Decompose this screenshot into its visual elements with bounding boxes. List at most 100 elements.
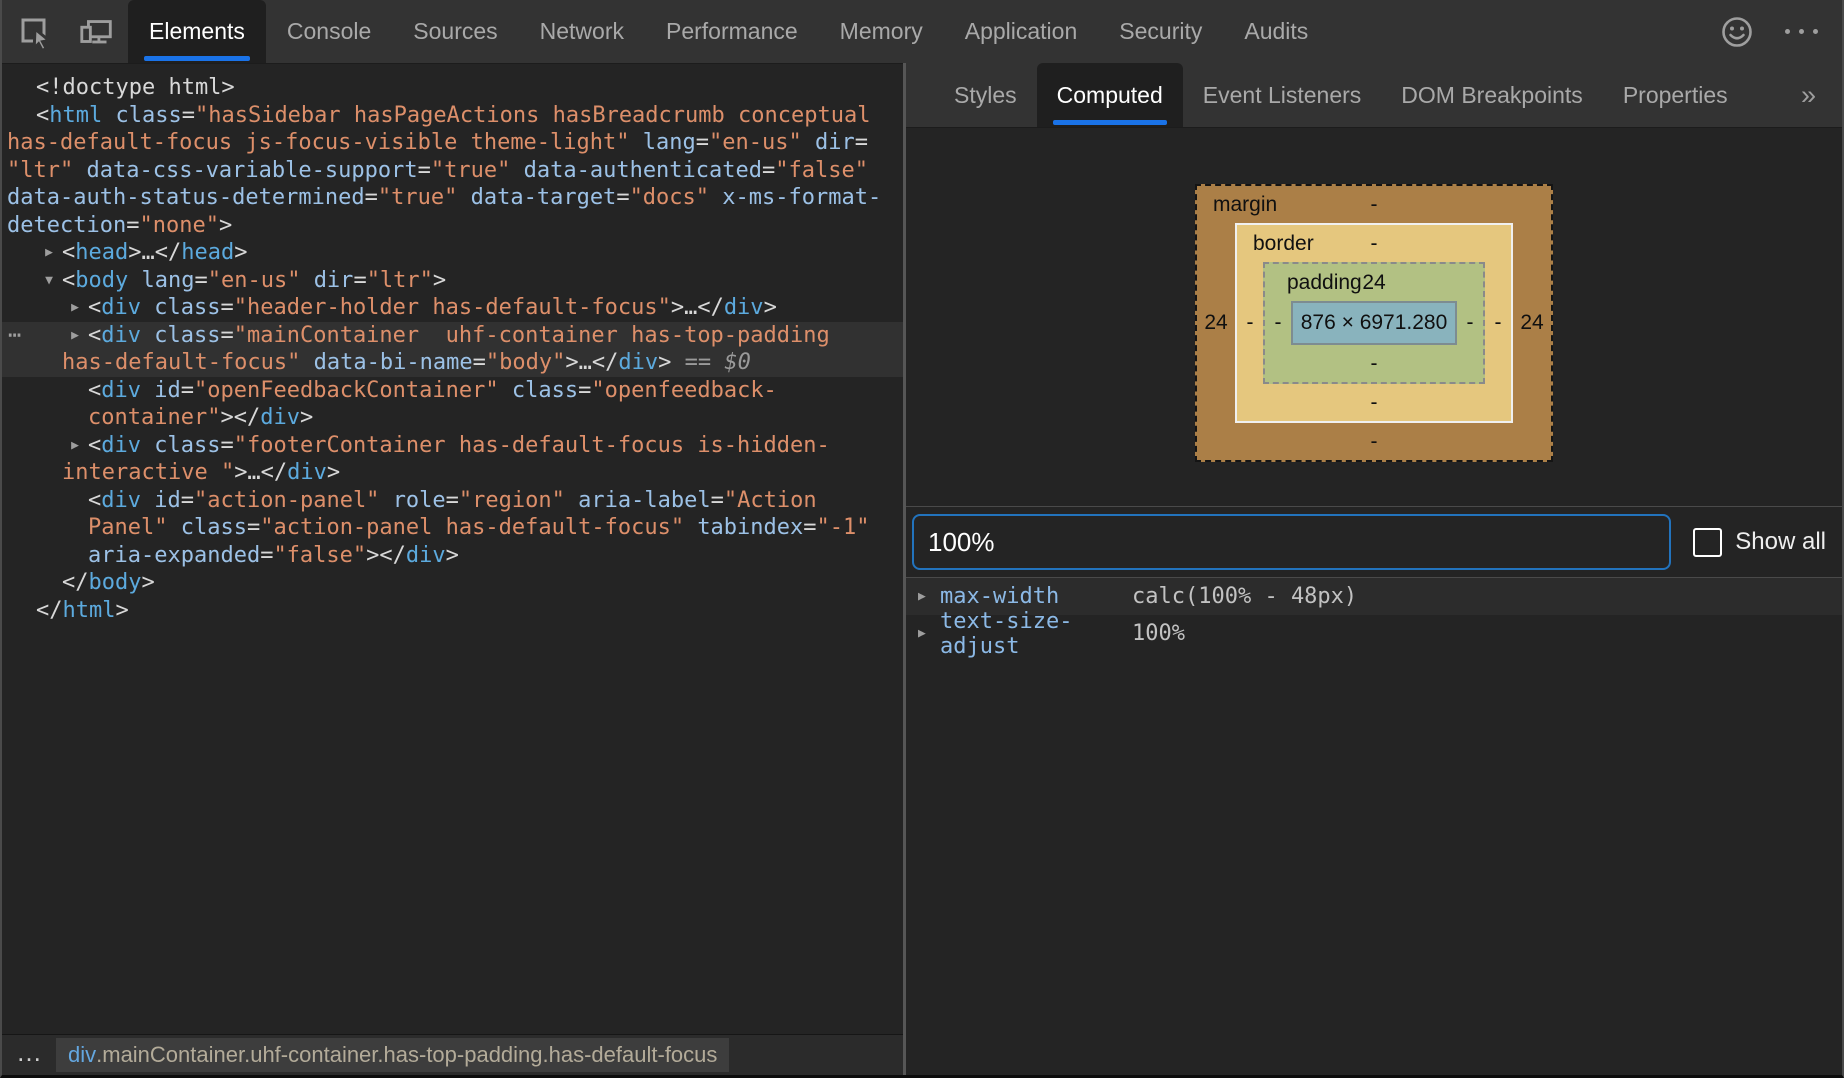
code-text: </body> — [2, 569, 155, 597]
styles-sidebar: StylesComputedEvent ListenersDOM Breakpo… — [906, 63, 1842, 1075]
property-name: max-width — [940, 584, 1132, 609]
property-value: calc(100% - 48px) — [1132, 584, 1357, 609]
devtools-toolbar: ElementsConsoleSourcesNetworkPerformance… — [2, 0, 1842, 64]
code-text: <div id="openFeedbackContainer" class="o… — [2, 377, 777, 405]
tab-overflow-chevron-icon[interactable]: » — [1775, 63, 1842, 127]
code-line[interactable]: interactive ">…</div> — [2, 459, 903, 487]
breadcrumb-selected-node[interactable]: div.mainContainer.uhf-container.has-top-… — [56, 1038, 729, 1072]
code-line[interactable]: <div id="action-panel" role="region" ari… — [2, 487, 903, 515]
margin-left-value[interactable]: 24 — [1197, 311, 1235, 335]
expand-arrow-icon[interactable]: ▶ — [918, 626, 940, 641]
box-model-padding[interactable]: padding 24 - 876 × 6971.280 - - — [1263, 262, 1485, 384]
code-text: <div class="header-holder has-default-fo… — [2, 294, 777, 322]
border-label: border — [1253, 232, 1314, 256]
expand-arrow-icon[interactable]: ▶ — [38, 239, 60, 267]
toolbar-tabs: ElementsConsoleSourcesNetworkPerformance… — [128, 0, 1329, 63]
code-line[interactable]: data-auth-status-determined="true" data-… — [2, 184, 903, 212]
selected-element-menu-icon[interactable]: ⋯ — [8, 322, 22, 350]
computed-property-row[interactable]: ▶text-size-adjust100% — [906, 615, 1842, 652]
tab-application[interactable]: Application — [944, 0, 1099, 63]
code-line[interactable]: <html class="hasSidebar hasPageActions h… — [2, 102, 903, 130]
code-text: has-default-focus" data-bi-name="body">…… — [2, 349, 751, 377]
code-text: Panel" class="action-panel has-default-f… — [2, 514, 870, 542]
show-all-group: Show all — [1671, 528, 1834, 557]
computed-filter-row: Show all — [906, 507, 1842, 578]
code-text: <html class="hasSidebar hasPageActions h… — [2, 102, 870, 130]
code-text: <div class="mainContainer uhf-container … — [2, 322, 830, 350]
device-toolbar-icon[interactable] — [78, 13, 116, 51]
code-line[interactable]: ⋯ ▶<div class="mainContainer uhf-containe… — [2, 322, 903, 350]
expand-arrow-icon[interactable]: ▶ — [64, 294, 86, 322]
box-model-section: margin - 24 border - - — [906, 128, 1842, 507]
code-text: <div id="action-panel" role="region" ari… — [2, 487, 817, 515]
tab-sources[interactable]: Sources — [392, 0, 518, 63]
computed-filter-input[interactable] — [912, 514, 1671, 570]
padding-bottom-value[interactable]: - — [1371, 352, 1378, 376]
margin-bottom-value[interactable]: - — [1371, 430, 1378, 454]
padding-top-value[interactable]: 24 — [1362, 271, 1385, 295]
inspect-element-icon[interactable] — [16, 13, 54, 51]
toolbar-icons — [2, 0, 128, 63]
expand-arrow-icon[interactable]: ▶ — [918, 589, 940, 604]
code-line[interactable]: ▶<div class="footerContainer has-default… — [2, 432, 903, 460]
property-name: text-size-adjust — [940, 609, 1132, 659]
feedback-smiley-icon[interactable] — [1718, 13, 1756, 51]
tab-network[interactable]: Network — [519, 0, 645, 63]
padding-right-value[interactable]: - — [1457, 311, 1483, 335]
code-line[interactable]: container"></div> — [2, 404, 903, 432]
tab-computed[interactable]: Computed — [1037, 63, 1183, 127]
code-line[interactable]: "ltr" data-css-variable-support="true" d… — [2, 157, 903, 185]
tab-audits[interactable]: Audits — [1223, 0, 1329, 63]
border-right-value[interactable]: - — [1485, 311, 1511, 335]
collapse-arrow-icon[interactable]: ▼ — [38, 267, 60, 295]
tab-memory[interactable]: Memory — [819, 0, 944, 63]
code-text: interactive ">…</div> — [2, 459, 340, 487]
breadcrumb-overflow-icon[interactable]: … — [2, 1037, 50, 1074]
expand-arrow-icon[interactable]: ▶ — [64, 322, 86, 350]
code-line[interactable]: </html> — [2, 597, 903, 625]
code-text: "ltr" data-css-variable-support="true" d… — [2, 157, 868, 185]
box-model-content[interactable]: 876 × 6971.280 — [1291, 301, 1457, 345]
code-text: </html> — [2, 597, 129, 625]
expand-arrow-icon[interactable]: ▶ — [64, 432, 86, 460]
tab-performance[interactable]: Performance — [645, 0, 819, 63]
margin-top-value[interactable]: - — [1371, 193, 1378, 217]
tab-console[interactable]: Console — [266, 0, 392, 63]
element-breadcrumb-bar: … div.mainContainer.uhf-container.has-to… — [2, 1034, 903, 1075]
show-all-checkbox[interactable] — [1693, 528, 1722, 557]
sidebar-tabbar: StylesComputedEvent ListenersDOM Breakpo… — [906, 63, 1842, 128]
border-bottom-value[interactable]: - — [1371, 391, 1378, 415]
code-line[interactable]: aria-expanded="false"></div> — [2, 542, 903, 570]
computed-properties-list: ▶max-widthcalc(100% - 48px)▶text-size-ad… — [906, 578, 1842, 652]
box-model-border[interactable]: border - - padding 24 - — [1235, 223, 1513, 423]
code-text: <body lang="en-us" dir="ltr"> — [2, 267, 446, 295]
code-line[interactable]: has-default-focus" data-bi-name="body">…… — [2, 349, 903, 377]
tab-elements[interactable]: Elements — [128, 0, 266, 63]
margin-right-value[interactable]: 24 — [1513, 311, 1551, 335]
tab-styles[interactable]: Styles — [934, 63, 1037, 127]
more-options-icon[interactable] — [1782, 13, 1820, 51]
code-line[interactable]: detection="none"> — [2, 212, 903, 240]
elements-code-panel: <!doctype html><html class="hasSidebar h… — [2, 64, 903, 1034]
box-model-margin[interactable]: margin - 24 border - - — [1195, 184, 1553, 462]
code-line[interactable]: ▶<head>…</head> — [2, 239, 903, 267]
code-line[interactable]: Panel" class="action-panel has-default-f… — [2, 514, 903, 542]
code-line[interactable]: ▶<div class="header-holder has-default-f… — [2, 294, 903, 322]
tab-security[interactable]: Security — [1098, 0, 1223, 63]
border-top-value[interactable]: - — [1371, 232, 1378, 256]
property-value: 100% — [1132, 621, 1185, 646]
tab-properties[interactable]: Properties — [1603, 63, 1748, 127]
code-text: aria-expanded="false"></div> — [2, 542, 459, 570]
code-line[interactable]: ▼<body lang="en-us" dir="ltr"> — [2, 267, 903, 295]
code-line[interactable]: <div id="openFeedbackContainer" class="o… — [2, 377, 903, 405]
code-line[interactable]: </body> — [2, 569, 903, 597]
border-left-value[interactable]: - — [1237, 311, 1263, 335]
code-line[interactable]: has-default-focus js-focus-visible theme… — [2, 129, 903, 157]
tab-dom-breakpoints[interactable]: DOM Breakpoints — [1381, 63, 1603, 127]
devtools-window: ElementsConsoleSourcesNetworkPerformance… — [0, 0, 1844, 1078]
code-text: <!doctype html> — [2, 74, 235, 102]
code-line[interactable]: <!doctype html> — [2, 74, 903, 102]
tab-event-listeners[interactable]: Event Listeners — [1183, 63, 1382, 127]
padding-left-value[interactable]: - — [1265, 311, 1291, 335]
breadcrumb-classes: .mainContainer.uhf-container.has-top-pad… — [96, 1042, 717, 1068]
